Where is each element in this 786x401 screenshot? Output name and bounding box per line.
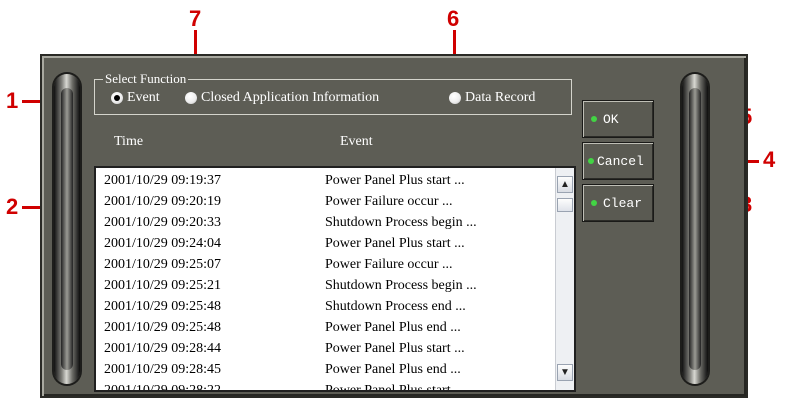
radio-event[interactable]: Event <box>111 90 160 106</box>
callout-4: 4 <box>763 147 776 172</box>
clear-button[interactable]: Clear <box>582 184 654 222</box>
column-header-event: Event <box>340 134 373 149</box>
callout-2: 2 <box>6 194 19 219</box>
row-time: 2001/10/29 09:24:04 <box>104 236 222 251</box>
row-event: Power Failure occur ... <box>325 257 453 272</box>
row-time: 2001/10/29 09:25:48 <box>104 320 222 335</box>
row-event: Power Panel Plus end ... <box>325 362 461 377</box>
callout-6: 6 <box>447 6 460 31</box>
list-item[interactable]: 2001/10/29 09:25:48 Shutdown Process end … <box>96 296 556 317</box>
right-rail-handle <box>682 74 708 384</box>
row-event: Power Panel Plus start ... <box>325 236 465 251</box>
list-item[interactable]: 2001/10/29 09:25:21 Shutdown Process begi… <box>96 275 556 296</box>
ok-button-label: OK <box>603 111 619 127</box>
event-log-panel: Select Function Event Closed Application… <box>42 56 746 396</box>
led-indicator-icon <box>588 158 594 164</box>
radio-closed-application-information[interactable]: Closed Application Information <box>185 90 379 106</box>
row-event: Power Panel Plus start ... <box>325 173 465 188</box>
list-item[interactable]: 2001/10/29 09:28:44 Power Panel Plus star… <box>96 338 556 359</box>
row-event: Power Failure occur ... <box>325 194 453 209</box>
chevron-down-icon: ▼ <box>560 367 570 378</box>
column-header-time: Time <box>114 134 144 149</box>
list-item[interactable]: 2001/10/29 09:25:48 Power Panel Plus end … <box>96 317 556 338</box>
row-event: Shutdown Process end ... <box>325 299 466 314</box>
row-event: Power Panel Plus end ... <box>325 320 461 335</box>
row-event: Power Panel Plus start ... <box>325 341 465 356</box>
list-item[interactable]: 2001/10/29 09:24:04 Power Panel Plus star… <box>96 233 556 254</box>
row-time: 2001/10/29 09:20:33 <box>104 215 222 230</box>
ok-button[interactable]: OK <box>582 100 654 138</box>
row-time: 2001/10/29 09:25:07 <box>104 257 222 272</box>
cancel-button-label: Cancel <box>597 153 644 169</box>
row-time: 2001/10/29 09:19:37 <box>104 173 222 188</box>
radio-checked-icon <box>111 92 123 104</box>
list-item[interactable]: 2001/10/29 09:20:19 Power Failure occur .… <box>96 191 556 212</box>
select-function-legend: Select Function <box>103 71 189 87</box>
radio-data-record[interactable]: Data Record <box>449 90 535 106</box>
radio-unchecked-icon <box>449 92 461 104</box>
scroll-thumb[interactable] <box>557 198 573 212</box>
chevron-up-icon: ▲ <box>560 179 570 190</box>
radio-event-label: Event <box>127 90 160 105</box>
list-item[interactable]: 2001/10/29 09:28:22 Power Panel Plus star… <box>96 380 556 392</box>
radio-data-record-label: Data Record <box>465 90 536 105</box>
row-time: 2001/10/29 09:28:45 <box>104 362 222 377</box>
list-scrollbar[interactable]: ▲ ▼ <box>555 168 574 390</box>
callout-7: 7 <box>189 6 202 31</box>
select-function-group: Select Function Event Closed Application… <box>94 71 572 115</box>
event-list[interactable]: 2001/10/29 09:19:37 Power Panel Plus star… <box>94 166 576 392</box>
scroll-down-button[interactable]: ▼ <box>557 364 573 381</box>
row-event: Power Panel Plus start ... <box>325 383 465 392</box>
row-time: 2001/10/29 09:25:48 <box>104 299 222 314</box>
radio-closed-application-label: Closed Application Information <box>201 90 380 105</box>
row-event: Shutdown Process begin ... <box>325 278 477 293</box>
led-indicator-icon <box>591 116 597 122</box>
left-rail-handle <box>54 74 80 384</box>
row-time: 2001/10/29 09:25:21 <box>104 278 222 293</box>
radio-unchecked-icon <box>185 92 197 104</box>
led-indicator-icon <box>591 200 597 206</box>
list-item[interactable]: 2001/10/29 09:19:37 Power Panel Plus star… <box>96 170 556 191</box>
row-time: 2001/10/29 09:28:44 <box>104 341 222 356</box>
cancel-button[interactable]: Cancel <box>582 142 654 180</box>
row-event: Shutdown Process begin ... <box>325 215 477 230</box>
scroll-up-button[interactable]: ▲ <box>557 176 573 193</box>
row-time: 2001/10/29 09:28:22 <box>104 383 222 392</box>
list-item[interactable]: 2001/10/29 09:28:45 Power Panel Plus end … <box>96 359 556 380</box>
callout-1: 1 <box>6 88 19 113</box>
list-item[interactable]: 2001/10/29 09:20:33 Shutdown Process begi… <box>96 212 556 233</box>
row-time: 2001/10/29 09:20:19 <box>104 194 222 209</box>
clear-button-label: Clear <box>603 195 643 211</box>
list-item[interactable]: 2001/10/29 09:25:07 Power Failure occur .… <box>96 254 556 275</box>
